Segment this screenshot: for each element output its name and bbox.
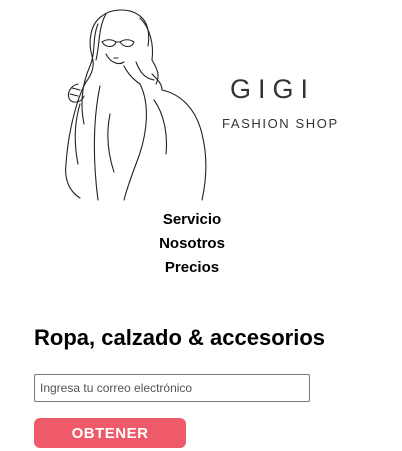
email-input[interactable] bbox=[34, 374, 310, 402]
hero-headline: Ropa, calzado & accesorios bbox=[34, 325, 325, 350]
brand-name: GIGI bbox=[230, 74, 316, 104]
brand-logo: GIGI FASHION SHOP bbox=[40, 4, 360, 204]
brand-tagline: FASHION SHOP bbox=[222, 116, 339, 131]
landing-page: GIGI FASHION SHOP Servicio Nosotros Prec… bbox=[0, 0, 402, 451]
nav-link-nosotros[interactable]: Nosotros bbox=[0, 232, 384, 256]
woman-line-drawing-icon bbox=[65, 9, 207, 201]
obtener-button[interactable]: OBTENER bbox=[34, 418, 186, 448]
nav-link-servicio[interactable]: Servicio bbox=[0, 208, 384, 232]
nav-link-precios[interactable]: Precios bbox=[0, 256, 384, 280]
main-nav: Servicio Nosotros Precios bbox=[0, 208, 384, 280]
